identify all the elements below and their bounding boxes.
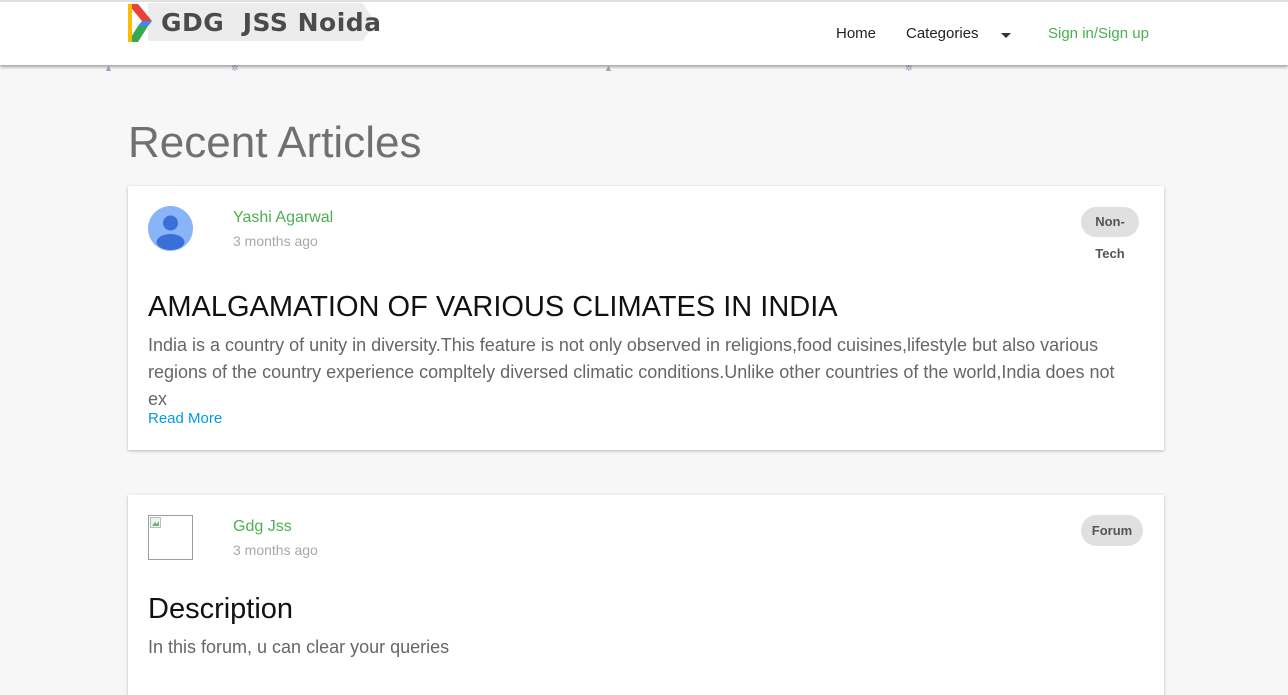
article-card: Gdg Jss 3 months ago Forum Description I… (128, 495, 1164, 695)
nav-categories-link[interactable]: Categories (906, 25, 979, 42)
avatar[interactable] (148, 515, 193, 560)
page-title: Recent Articles (128, 118, 422, 167)
article-excerpt: In this forum, u can clear your queries (148, 637, 450, 657)
broken-image-icon (150, 517, 161, 528)
caret-down-icon[interactable] (1001, 33, 1011, 38)
author-name[interactable]: Yashi Agarwal (233, 209, 333, 227)
category-badge[interactable]: Forum (1081, 515, 1143, 546)
article-title[interactable]: AMALGAMATION OF VARIOUS CLIMATES IN INDI… (148, 291, 838, 324)
category-label-continued: Tech (1095, 246, 1125, 261)
author-name[interactable]: Gdg Jss (233, 518, 292, 536)
avatar[interactable] (148, 206, 193, 251)
logo-text: GDG JSS Noida (161, 8, 382, 37)
user-icon (156, 215, 185, 250)
article-title[interactable]: Description (148, 593, 293, 626)
read-more-link[interactable]: Read More (148, 410, 222, 427)
nav-sign-in-link[interactable]: Sign in/Sign up (1048, 25, 1149, 42)
top-nav-bar: GDG JSS Noida Home Categories Sign in/Si… (0, 0, 1288, 65)
nav-home-link[interactable]: Home (836, 25, 876, 42)
article-excerpt: India is a country of unity in diversity… (148, 335, 1115, 409)
gdg-logo[interactable]: GDG JSS Noida (128, 2, 382, 44)
gdg-chevron-icon (128, 4, 152, 42)
article-card: Yashi Agarwal 3 months ago Non- Tech AMA… (128, 186, 1164, 450)
category-label: Non- (1095, 214, 1125, 229)
header-decoration: ▲ ✲ ▲ ✲ (104, 63, 913, 73)
post-time: 3 months ago (233, 542, 318, 558)
category-badge[interactable]: Non- (1081, 207, 1139, 237)
post-time: 3 months ago (233, 233, 318, 249)
